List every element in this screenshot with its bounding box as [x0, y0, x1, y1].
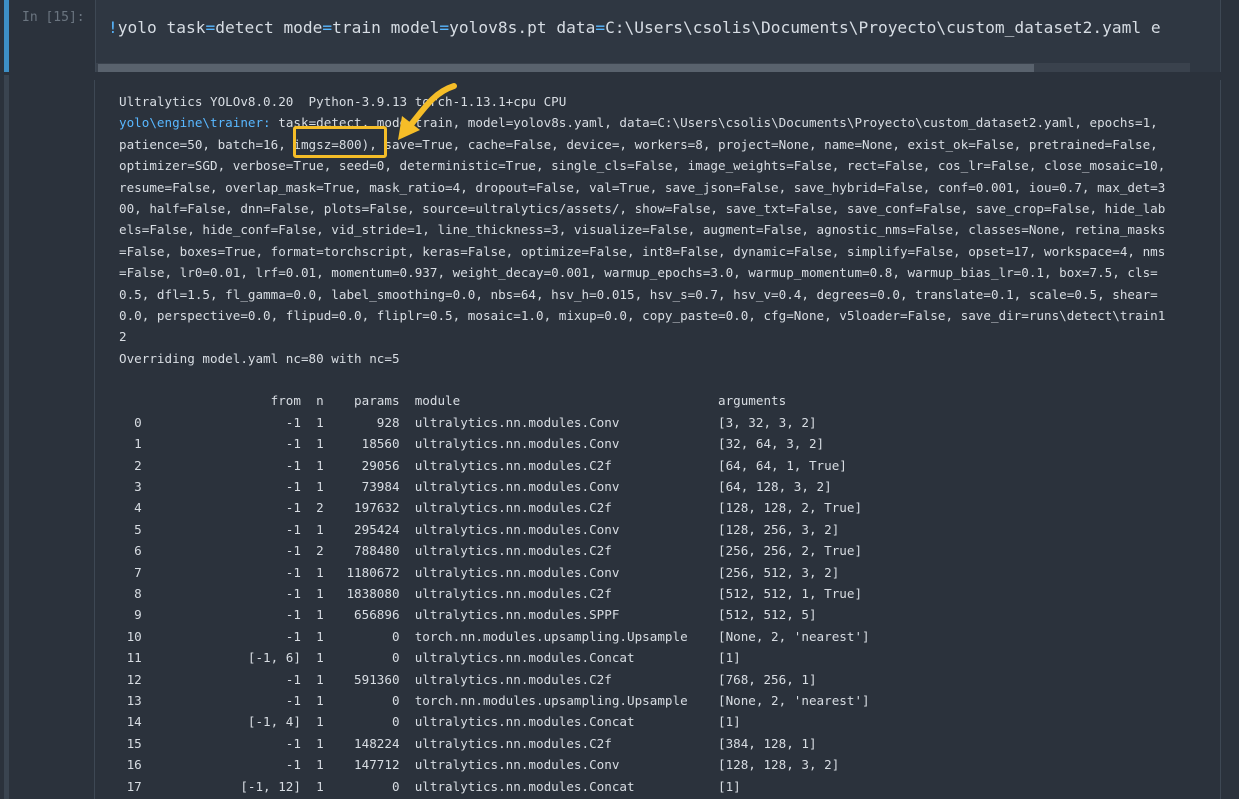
cell-output-area: Ultralytics YOLOv8.0.20 Python-3.9.13 to…: [94, 80, 1221, 799]
table-row: 4 -1 2 197632 ultralytics.nn.modules.C2f…: [119, 500, 863, 516]
table-row: 17 [-1, 12] 1 0 ultralytics.nn.modules.C…: [119, 778, 741, 794]
table-row: 12 -1 1 591360 ultralytics.nn.modules.C2…: [119, 671, 817, 687]
output-line: resume=False, overlap_mask=True, mask_ra…: [119, 179, 1166, 195]
output-line: 0.0, perspective=0.0, flipud=0.0, fliplr…: [119, 307, 1166, 323]
table-row: 6 -1 2 788480 ultralytics.nn.modules.C2f…: [119, 543, 863, 559]
output-line: 00, half=False, dnn=False, plots=False, …: [119, 200, 1166, 216]
output-line: els=False, hide_conf=False, vid_stride=1…: [119, 222, 1166, 238]
code-line[interactable]: !yolo task=detect mode=train model=yolov…: [108, 18, 1161, 37]
code-token: !: [108, 18, 118, 37]
table-row: 5 -1 1 295424 ultralytics.nn.modules.Con…: [119, 521, 840, 537]
output-line: yolo\engine\trainer: task=detect, mode=t…: [119, 112, 1165, 133]
code-token: train model: [332, 18, 440, 37]
imgsz-highlight-box: [293, 126, 387, 158]
trainer-key: yolo\engine\trainer:: [119, 115, 271, 131]
table-row: 10 -1 1 0 torch.nn.modules.upsampling.Up…: [119, 628, 870, 644]
table-row: 3 -1 1 73984 ultralytics.nn.modules.Conv…: [119, 479, 832, 495]
output-line: 0.5, dfl=1.5, fl_gamma=0.0, label_smooth…: [119, 286, 1158, 302]
cell-selection-bar[interactable]: [4, 0, 9, 72]
output-line: =False, boxes=True, format=torchscript, …: [119, 243, 1166, 259]
code-token: detect mode: [215, 18, 323, 37]
table-row: 15 -1 1 148224 ultralytics.nn.modules.C2…: [119, 735, 817, 751]
table-row: 8 -1 1 1838080 ultralytics.nn.modules.C2…: [119, 585, 863, 601]
table-row: 0 -1 1 928 ultralytics.nn.modules.Conv […: [119, 414, 817, 430]
code-input-area[interactable]: !yolo task=detect mode=train model=yolov…: [95, 0, 1221, 72]
table-row: 9 -1 1 656896 ultralytics.nn.modules.SPP…: [119, 607, 817, 623]
code-token: yolov8s.pt data: [449, 18, 596, 37]
table-row: 2 -1 1 29056 ultralytics.nn.modules.C2f …: [119, 457, 847, 473]
output-line: =False, lr0=0.01, lrf=0.01, momentum=0.9…: [119, 265, 1158, 281]
table-row: 1 -1 1 18560 ultralytics.nn.modules.Conv…: [119, 436, 825, 452]
code-token: =: [439, 18, 450, 37]
table-row: 13 -1 1 0 torch.nn.modules.upsampling.Up…: [119, 692, 870, 708]
annotation-arrow-icon: [398, 83, 457, 140]
code-token: =: [205, 18, 216, 37]
output-line: optimizer=SGD, verbose=True, seed=0, det…: [119, 158, 1166, 174]
code-token: =: [322, 18, 333, 37]
table-row: 14 [-1, 4] 1 0 ultralytics.nn.modules.Co…: [119, 714, 741, 730]
table-row: 16 -1 1 147712 ultralytics.nn.modules.Co…: [119, 757, 840, 773]
table-row: 7 -1 1 1180672 ultralytics.nn.modules.Co…: [119, 564, 840, 580]
cell-prompt: In [15]:: [22, 10, 85, 25]
output-line: Overriding model.yaml nc=80 with nc=5: [119, 350, 400, 366]
output-collapse-bar[interactable]: [4, 75, 9, 799]
output-text: Ultralytics YOLOv8.0.20 Python-3.9.13 to…: [119, 91, 1165, 797]
output-line: 2: [119, 329, 127, 345]
code-token: yolo task: [117, 18, 206, 37]
output-line: Ultralytics YOLOv8.0.20 Python-3.9.13 to…: [119, 94, 567, 109]
code-token: C:\Users\csolis\Documents\Proyecto\custo…: [605, 18, 1161, 37]
table-row: 11 [-1, 6] 1 0 ultralytics.nn.modules.Co…: [119, 650, 741, 666]
code-token: =: [595, 18, 606, 37]
output-line: patience=50, batch=16, imgsz=800), save=…: [119, 136, 1158, 152]
notebook-cell: In [15]: !yolo task=detect mode=train mo…: [0, 0, 1239, 799]
horizontal-scrollbar-thumb[interactable]: [98, 64, 1034, 72]
table-header: from n params module arguments: [119, 393, 787, 409]
